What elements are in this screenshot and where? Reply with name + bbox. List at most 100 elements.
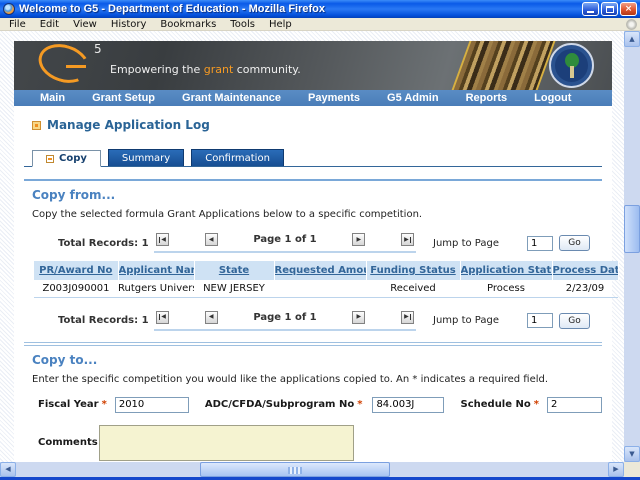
tab-summary-label: Summary (121, 152, 171, 164)
jump-to-page-input[interactable] (527, 313, 553, 328)
comments-textarea[interactable] (99, 424, 354, 461)
prev-page-button[interactable]: ◀ (204, 233, 218, 246)
close-button[interactable]: × (620, 2, 637, 16)
menu-file[interactable]: File (2, 18, 33, 31)
adc-cfda-subprogram-label: ADC/CFDA/Subprogram No * (205, 399, 363, 410)
g5-logo-bar (66, 65, 86, 68)
comments-label: Comments* (38, 437, 106, 448)
col-state[interactable]: State (194, 261, 275, 280)
go-button[interactable]: Go (559, 312, 590, 329)
next-page-button[interactable]: ▶ (352, 233, 366, 246)
menu-bookmarks[interactable]: Bookmarks (153, 18, 223, 31)
nav-grant-maintenance[interactable]: Grant Maintenance (182, 92, 281, 104)
loading-throbber-icon (626, 19, 637, 30)
pagination-bottom: Total Records: 1 ◀ ◀ Page 1 of 1 ▶ ▶ Jum… (24, 309, 602, 333)
menu-tools[interactable]: Tools (223, 18, 262, 31)
fiscal-year-label-text: Fiscal Year (38, 399, 99, 410)
horizontal-scrollbar[interactable]: ◀ ▶ (0, 462, 624, 477)
maximize-icon (605, 5, 614, 13)
scroll-left-button[interactable]: ◀ (0, 462, 16, 477)
jump-to-page-input[interactable] (527, 235, 553, 251)
menu-view[interactable]: View (66, 18, 104, 31)
nav-main[interactable]: Main (40, 92, 65, 104)
pager-controls: ◀ ◀ Page 1 of 1 ▶ ▶ (154, 233, 416, 253)
g5-logo-5: 5 (94, 42, 102, 56)
jump-to-page-group: Jump to Page Go (416, 235, 590, 251)
page-title: Manage Application Log (47, 118, 210, 132)
nav-logout[interactable]: Logout (534, 92, 571, 104)
bookshelf-image (449, 41, 557, 90)
menu-help[interactable]: Help (262, 18, 299, 31)
seal-trunk (570, 66, 574, 78)
tab-confirmation[interactable]: Confirmation (191, 149, 284, 166)
nav-payments[interactable]: Payments (308, 92, 360, 104)
menu-edit[interactable]: Edit (33, 18, 66, 31)
col-funding-status[interactable]: Funding Status (366, 261, 461, 280)
adc-cfda-subprogram-input[interactable] (372, 396, 445, 413)
minimize-button[interactable] (582, 2, 599, 16)
page-indicator: Page 1 of 1 (253, 311, 317, 323)
tab-summary[interactable]: Summary (107, 149, 185, 166)
minimize-icon (587, 10, 594, 13)
copy-from-description: Copy the selected formula Grant Applicat… (32, 209, 423, 220)
nav-grant-setup[interactable]: Grant Setup (92, 92, 155, 104)
next-page-icon: ▶ (356, 313, 362, 320)
scroll-up-button[interactable]: ▲ (624, 31, 640, 47)
last-page-icon: ▶ (404, 313, 409, 320)
last-page-button[interactable]: ▶ (400, 310, 414, 324)
required-marker: * (357, 399, 363, 410)
window-title: Welcome to G5 - Department of Education … (19, 3, 325, 15)
scrollbar-corner (624, 462, 640, 477)
copy-to-heading: Copy to... (32, 352, 98, 367)
schedule-no-input[interactable] (546, 396, 602, 413)
jump-to-page-label: Jump to Page (433, 315, 499, 326)
nav-g5-admin[interactable]: G5 Admin (387, 92, 439, 104)
copy-to-form-row: Fiscal Year* ADC/CFDA/Subprogram No* Sch… (38, 396, 602, 413)
page-title-icon (32, 120, 41, 130)
col-process-date[interactable]: Process Date (552, 261, 619, 280)
scroll-down-button[interactable]: ▼ (624, 446, 640, 462)
col-application-status[interactable]: Application Status (460, 261, 553, 280)
first-page-bar (159, 314, 161, 320)
nav-reports[interactable]: Reports (466, 92, 508, 104)
horizontal-scroll-thumb[interactable] (200, 462, 390, 477)
first-page-button[interactable]: ◀ (156, 310, 169, 324)
last-page-button[interactable]: ▶ (400, 233, 414, 246)
cell-pr-award-no: Z003J090001 (34, 280, 118, 298)
prev-page-icon: ◀ (208, 235, 214, 243)
total-records-label: Total Records: 1 (58, 237, 149, 249)
scroll-right-button[interactable]: ▶ (608, 462, 624, 477)
comments-row: Comments* (38, 424, 602, 461)
go-button[interactable]: Go (559, 235, 590, 251)
schedule-label-text: Schedule No (460, 399, 531, 410)
browser-window: Welcome to G5 - Department of Education … (0, 0, 640, 480)
col-requested-amount[interactable]: Requested Amount($) (274, 261, 367, 280)
title-bar[interactable]: Welcome to G5 - Department of Education … (0, 0, 640, 18)
tab-copy[interactable]: Copy (32, 150, 101, 167)
col-applicant-name[interactable]: Applicant Name (118, 261, 195, 280)
first-page-icon: ◀ (161, 313, 166, 320)
prev-page-button[interactable]: ◀ (204, 310, 218, 324)
cell-process-date: 2/23/09 (552, 280, 618, 298)
jump-to-page-label: Jump to Page (433, 237, 499, 249)
vertical-scrollbar[interactable]: ▲ ▼ (624, 31, 640, 462)
last-page-bar (409, 314, 411, 320)
cell-applicant-name: Rutgers University (118, 280, 194, 298)
fiscal-year-label: Fiscal Year * (38, 399, 107, 410)
first-page-button[interactable]: ◀ (156, 233, 169, 246)
maximize-button[interactable] (601, 2, 618, 16)
next-page-button[interactable]: ▶ (352, 310, 366, 324)
vertical-scroll-thumb[interactable] (624, 205, 640, 253)
copy-from-heading: Copy from... (32, 188, 116, 202)
menu-history[interactable]: History (104, 18, 154, 31)
g5-banner: 5 Empowering the grant community. (14, 41, 612, 90)
table-row: Z003J090001 Rutgers University NEW JERSE… (34, 280, 618, 298)
banner-tagline: Empowering the grant community. (110, 63, 301, 76)
section-divider (24, 179, 602, 181)
total-records-label: Total Records: 1 (58, 315, 149, 326)
tab-strip: Copy Summary Confirmation (24, 149, 602, 167)
col-pr-award-no[interactable]: PR/Award No (34, 261, 119, 280)
cell-state: NEW JERSEY (194, 280, 274, 298)
fiscal-year-input[interactable] (114, 396, 189, 413)
required-marker: * (101, 399, 107, 410)
